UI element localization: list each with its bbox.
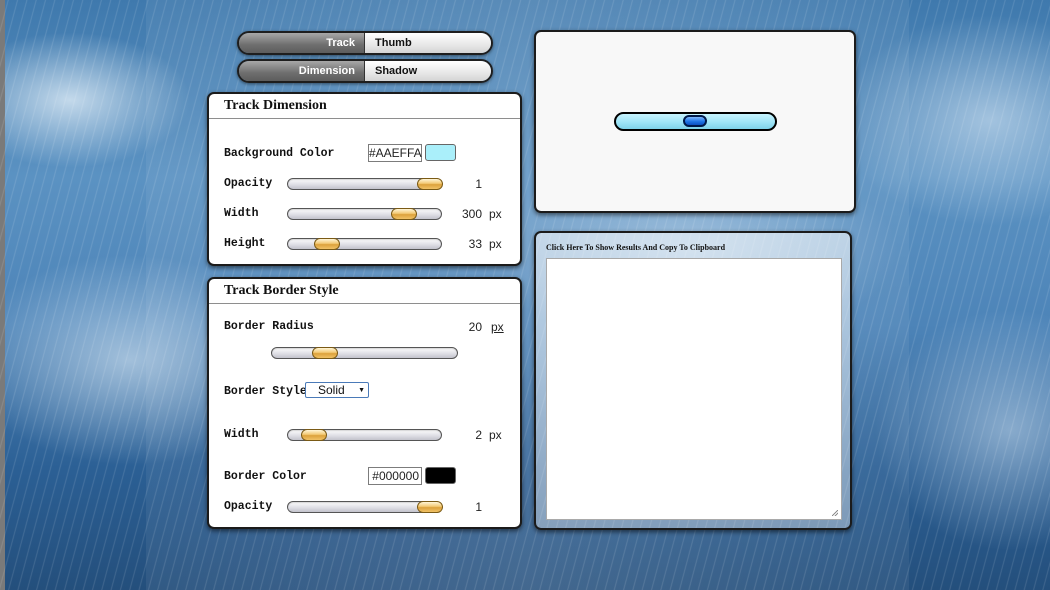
border-width-label: Width xyxy=(224,428,259,441)
opacity-label: Opacity xyxy=(224,177,273,190)
border-width-value: 2 xyxy=(475,428,482,442)
preview-panel xyxy=(534,30,856,213)
tab-group-dimension-shadow: Dimension Shadow xyxy=(237,59,493,83)
track-border-style-panel: Track Border Style Border Radius 20 px B… xyxy=(207,277,522,529)
height-unit: px xyxy=(489,237,502,251)
background-color-label: Background Color xyxy=(224,147,335,160)
panel-title: Track Border Style xyxy=(209,279,520,304)
border-opacity-slider-thumb[interactable] xyxy=(417,501,443,513)
window-edge xyxy=(0,0,5,590)
width-slider[interactable] xyxy=(287,208,442,220)
resize-grip-icon[interactable] xyxy=(832,510,838,516)
height-slider-thumb[interactable] xyxy=(314,238,340,250)
background-color-swatch[interactable] xyxy=(425,144,456,161)
border-color-label: Border Color xyxy=(224,470,307,483)
background-color-input[interactable]: #AAEFFA xyxy=(368,144,422,162)
border-opacity-slider[interactable] xyxy=(287,501,443,513)
opacity-slider[interactable] xyxy=(287,178,443,190)
border-radius-value: 20 xyxy=(468,320,482,334)
opacity-value: 1 xyxy=(475,177,482,191)
preview-slider-thumb[interactable] xyxy=(683,115,707,127)
width-value: 300 xyxy=(461,207,482,221)
border-width-unit: px xyxy=(489,428,502,442)
results-textarea[interactable] xyxy=(546,258,842,520)
tab-track[interactable]: Track xyxy=(239,33,364,53)
panel-title: Track Dimension xyxy=(209,94,520,119)
border-radius-slider-thumb[interactable] xyxy=(312,347,338,359)
border-color-swatch[interactable] xyxy=(425,467,456,484)
height-value: 33 xyxy=(468,237,482,251)
border-opacity-value: 1 xyxy=(475,500,482,514)
border-style-select[interactable]: Solid ▼ xyxy=(305,382,369,398)
width-unit: px xyxy=(489,207,502,221)
chevron-down-icon: ▼ xyxy=(358,387,365,394)
track-dimension-panel: Track Dimension Background Color #AAEFFA… xyxy=(207,92,522,266)
border-style-selected: Solid xyxy=(318,383,345,397)
border-width-slider-thumb[interactable] xyxy=(301,429,327,441)
border-radius-slider[interactable] xyxy=(271,347,458,359)
tab-group-track-thumb: Track Thumb xyxy=(237,31,493,55)
tab-thumb[interactable]: Thumb xyxy=(364,33,491,53)
border-style-label: Border Style xyxy=(224,385,307,398)
results-panel: Click Here To Show Results And Copy To C… xyxy=(534,231,852,530)
border-radius-unit-link[interactable]: px xyxy=(491,320,504,334)
width-label: Width xyxy=(224,207,259,220)
border-color-input[interactable]: #000000 xyxy=(368,467,422,485)
height-label: Height xyxy=(224,237,266,250)
width-slider-thumb[interactable] xyxy=(391,208,417,220)
border-radius-label: Border Radius xyxy=(224,320,314,333)
tab-shadow[interactable]: Shadow xyxy=(364,61,491,81)
tab-dimension[interactable]: Dimension xyxy=(239,61,364,81)
opacity-slider-thumb[interactable] xyxy=(417,178,443,190)
border-opacity-label: Opacity xyxy=(224,500,273,513)
preview-slider-track[interactable] xyxy=(614,112,777,131)
rain-background xyxy=(0,0,1050,590)
height-slider[interactable] xyxy=(287,238,442,250)
show-results-link[interactable]: Click Here To Show Results And Copy To C… xyxy=(546,243,725,252)
border-width-slider[interactable] xyxy=(287,429,442,441)
